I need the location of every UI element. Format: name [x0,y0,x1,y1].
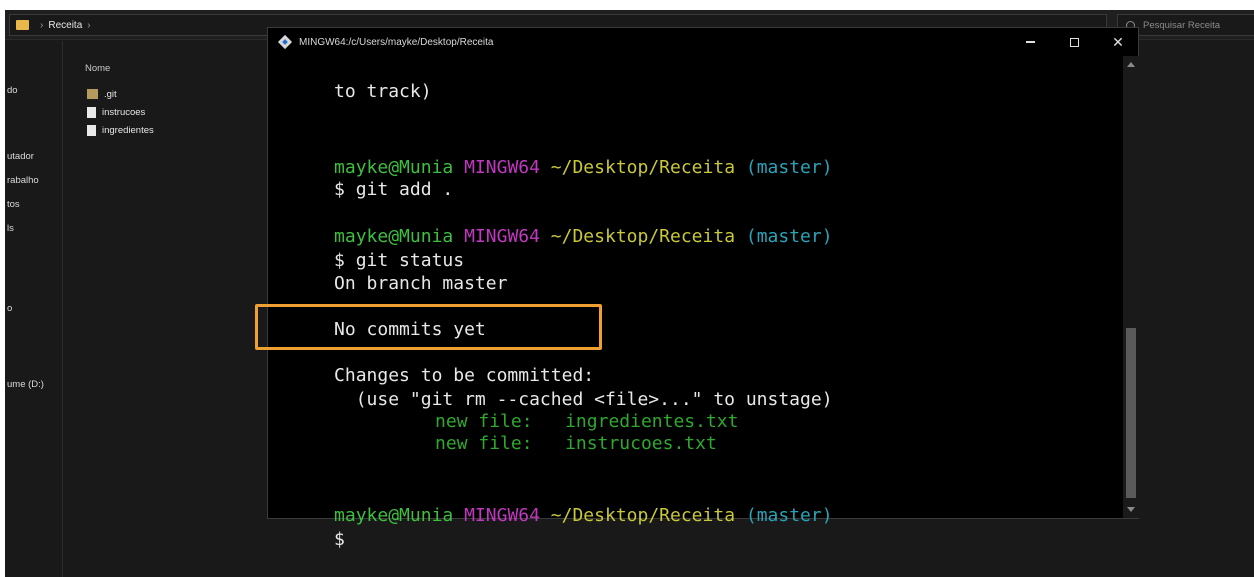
maximize-icon [1069,37,1079,47]
prompt-path: ~/Desktop/Receita [550,157,736,178]
scroll-up-icon[interactable] [1127,62,1135,67]
scroll-down-icon[interactable] [1127,507,1135,512]
nav-item[interactable]: rabalho [7,175,39,186]
chevron-right-icon[interactable]: › [87,20,90,31]
prompt-env: MINGW64 [464,505,540,526]
scrollbar-thumb[interactable] [1126,328,1136,498]
file-name: .git [104,88,117,100]
close-button[interactable]: ✕ [1096,28,1140,56]
terminal-title: MINGW64:/c/Users/mayke/Desktop/Receita [299,36,494,48]
nav-item[interactable]: o [7,303,12,314]
top-margin [0,0,1254,10]
prompt-branch: (master) [745,505,833,526]
folder-icon [16,20,29,30]
file-icon [87,106,96,118]
folder-icon [87,89,98,99]
column-header-name[interactable]: Nome [85,63,110,74]
maximize-button[interactable] [1052,28,1096,56]
highlight-annotation [255,304,602,350]
prompt-path: ~/Desktop/Receita [550,226,736,247]
prompt-user: mayke@Munia [334,505,454,526]
command-prompt: $ [334,529,345,550]
prompt-branch: (master) [745,157,833,178]
list-item[interactable]: instrucoes [87,105,145,119]
output-text: On branch master [334,273,508,294]
staged-file-line: new file: instrucoes.txt [370,411,717,477]
prompt-branch: (master) [745,226,833,247]
search-placeholder: Pesquisar Receita [1143,19,1221,31]
minimize-button[interactable] [1008,28,1052,56]
terminal-window[interactable]: MINGW64:/c/Users/mayke/Desktop/Receita ✕… [267,27,1139,550]
chevron-right-icon: › [40,19,44,31]
terminal-titlebar[interactable]: MINGW64:/c/Users/mayke/Desktop/Receita ✕ [268,28,1138,56]
nav-item[interactable]: do [7,85,18,96]
new-file-label: new file: [435,433,533,454]
output-line: to track) [269,59,432,125]
prompt-env: MINGW64 [464,226,540,247]
nav-item[interactable]: utador [7,151,34,162]
terminal-output[interactable]: to track) mayke@Munia MINGW64 ~/Desktop/… [268,56,1123,550]
list-item[interactable]: ingredientes [87,123,154,137]
prompt-line: mayke@Munia MINGW64 ~/Desktop/Receita (m… [269,483,833,549]
vertical-scrollbar[interactable] [1123,56,1139,518]
list-item[interactable]: .git [87,87,117,101]
navigation-pane: do utador rabalho tos ls o ume (D:) [5,41,63,577]
file-name: ingredientes [102,124,154,136]
staged-file-name: instrucoes.txt [565,433,717,454]
command-line: $ [269,507,345,573]
output-text: to track) [334,81,432,102]
command-text: $ git add . [334,179,454,200]
file-icon [87,124,96,136]
breadcrumb-item[interactable]: Receita [48,20,82,31]
nav-item[interactable]: tos [7,199,20,210]
prompt-env: MINGW64 [464,157,540,178]
close-icon: ✕ [1112,33,1124,50]
nav-item[interactable]: ume (D:) [7,379,44,390]
nav-item[interactable]: ls [7,223,14,234]
prompt-path: ~/Desktop/Receita [550,505,736,526]
git-bash-icon [277,34,293,50]
file-name: instrucoes [102,106,146,118]
minimize-icon [1025,41,1035,43]
